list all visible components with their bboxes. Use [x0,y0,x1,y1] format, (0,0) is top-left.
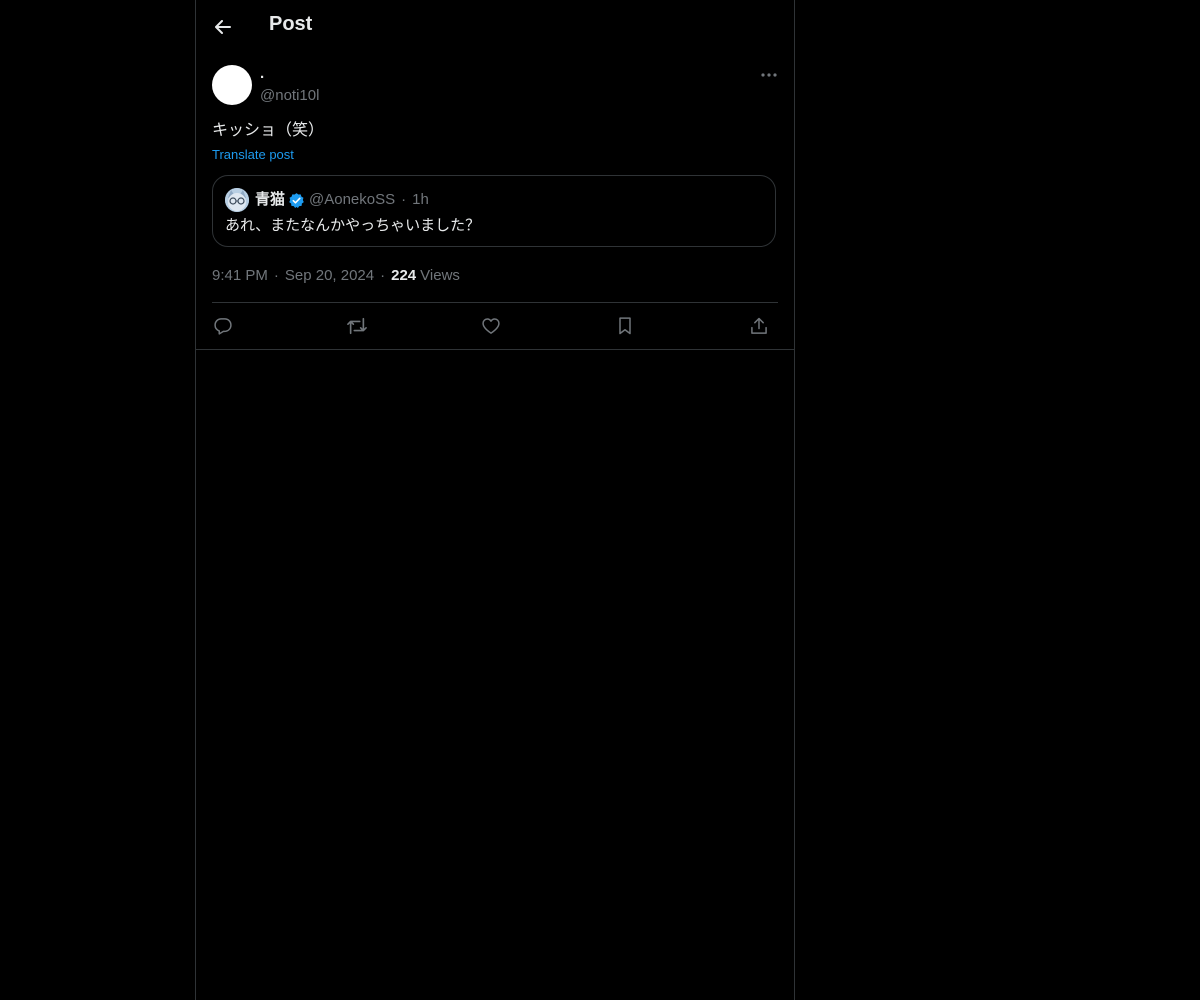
post-meta: 9:41 PM · Sep 20, 2024 · 224 Views [212,266,460,286]
like-button[interactable] [480,315,502,337]
translate-post-link[interactable]: Translate post [212,146,294,164]
divider [196,349,794,350]
back-button[interactable] [212,14,234,40]
bookmark-button[interactable] [614,315,636,337]
more-icon [761,73,777,77]
header: Post [196,0,794,54]
more-options-button[interactable] [758,64,780,86]
quote-avatar [225,188,249,212]
separator: · [273,267,279,284]
quote-author-name: 青猫 [255,191,286,208]
quote-author-handle: @AonekoSS [309,191,396,208]
share-button[interactable] [748,315,770,337]
reply-button[interactable] [212,315,234,337]
retweet-icon [346,316,368,336]
views-label: Views [420,267,460,284]
bookmark-icon [616,316,634,336]
action-bar [212,303,778,349]
post-time[interactable]: 9:41 PM [212,266,268,286]
post-date[interactable]: Sep 20, 2024 [285,266,374,286]
verified-badge-icon [288,192,305,209]
post-text: キッショ（笑） [212,122,325,139]
like-icon [481,316,501,336]
author-display-name[interactable]: . [260,64,264,84]
quoted-post[interactable]: 青猫 @AonekoSS · 1h あれ、またなんかやっちゃいました？ [212,175,776,247]
arrow-left-icon [215,20,231,34]
page-title: Post [269,13,313,35]
reply-icon [213,316,233,336]
post-detail-column: Post . @noti10l キッショ（笑） Translate post 青… [195,0,795,1000]
quote-header: 青猫 @AonekoSS · 1h [255,190,429,210]
views-count: 224 [391,267,417,284]
author-handle[interactable]: @noti10l [260,86,319,106]
separator: · [401,191,407,208]
quote-text: あれ、またなんかやっちゃいました？ [225,217,481,234]
quote-time: 1h [412,191,429,208]
share-icon [749,316,769,336]
separator: · [380,267,386,284]
avatar[interactable] [212,65,252,105]
repost-button[interactable] [346,315,368,337]
